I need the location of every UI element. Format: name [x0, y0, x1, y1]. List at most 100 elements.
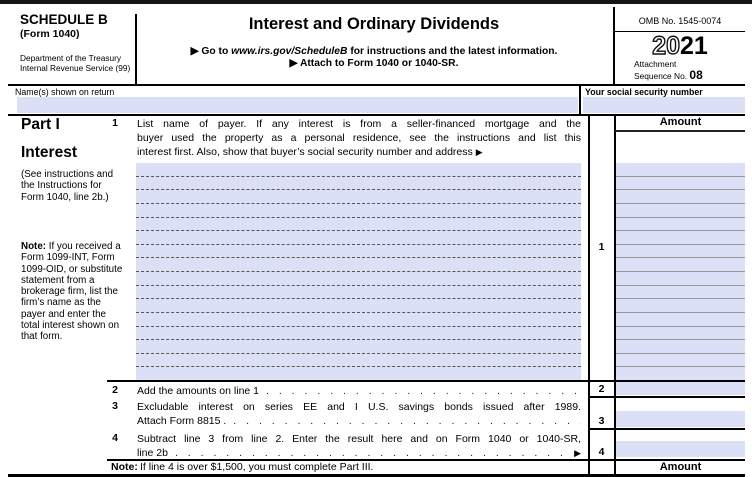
line1-box-number: 1	[588, 114, 615, 380]
payer-name-row[interactable]	[136, 327, 581, 341]
amount-header-underline	[615, 130, 745, 132]
line4-dot-leader: . . . . . . . . . . . . . . . . . . . . …	[168, 446, 574, 460]
line1-text-row3: interest first. Also, show that buyer’s …	[137, 145, 581, 159]
line1-text-row3-body: interest first. Also, show that buyer’s …	[137, 146, 476, 158]
line1-text-row1: List name of payer. If any interest is f…	[137, 117, 581, 131]
line2-text: Add the amounts on line 1	[137, 384, 259, 398]
interest-amount-row[interactable]	[616, 340, 745, 354]
line2-bottom-rule	[588, 396, 745, 398]
payer-name-row[interactable]	[136, 258, 581, 272]
attach-instruction: ▶ Attach to Form 1040 or 1040-SR.	[137, 57, 611, 69]
treasury-label: Department of the Treasury	[20, 53, 121, 63]
line3-amount-field[interactable]	[616, 411, 745, 427]
bottom-note-text: If line 4 is over $1,500, you must compl…	[140, 461, 373, 473]
interest-amount-row[interactable]	[616, 231, 745, 245]
interest-amount-row[interactable]	[616, 245, 745, 259]
line1-arrow-icon: ▶	[476, 147, 483, 157]
sidebar-note-text: If you received a Form 1099-INT, Form 10…	[21, 241, 122, 342]
payer-name-row[interactable]	[136, 190, 581, 204]
line2-row: Add the amounts on line 1 . . . . . . . …	[137, 384, 581, 398]
payer-name-row[interactable]	[136, 177, 581, 191]
payer-name-row[interactable]	[136, 367, 581, 380]
arrow-icon: ▶ Go to	[191, 46, 232, 57]
payer-name-row[interactable]	[136, 218, 581, 232]
interest-amount-row[interactable]	[616, 299, 745, 313]
ssn-column-divider	[579, 84, 581, 114]
sidebar-note: Note: If you received a Form 1099-INT, F…	[21, 241, 124, 343]
line1-text-row2: buyer used the property as a personal re…	[137, 131, 581, 145]
payer-name-row[interactable]	[136, 299, 581, 313]
interest-amount-row[interactable]	[616, 313, 745, 327]
tax-year-outline: 20	[652, 32, 680, 60]
ssn-input[interactable]	[583, 97, 745, 113]
line1-number: 1	[106, 117, 124, 129]
part1-title: Interest	[21, 144, 77, 162]
line3-box-number: 3	[588, 408, 615, 427]
sequence-number: 08	[689, 68, 702, 82]
interest-amount-row[interactable]	[616, 327, 745, 341]
line4-text-row1: Subtract line 3 from line 2. Enter the r…	[137, 432, 581, 446]
schedule-b-form-page: SCHEDULE B (Form 1040) Department of the…	[0, 0, 752, 477]
payer-name-row[interactable]	[136, 286, 581, 300]
payer-name-row[interactable]	[136, 272, 581, 286]
interest-amount-row[interactable]	[616, 218, 745, 232]
omb-number: OMB No. 1545-0074	[615, 16, 745, 26]
sequence-label: Sequence No.	[634, 71, 689, 81]
payer-entry-block	[136, 163, 581, 380]
payer-name-row[interactable]	[136, 163, 581, 177]
line2-number: 2	[106, 384, 124, 396]
name-label: Name(s) shown on return	[15, 87, 114, 97]
payer-name-row[interactable]	[136, 340, 581, 354]
payer-name-row[interactable]	[136, 313, 581, 327]
tax-year: 2021	[615, 32, 745, 61]
ssn-label: Your social security number	[585, 87, 703, 97]
line4-amount-field[interactable]	[616, 441, 745, 457]
form-title: Interest and Ordinary Dividends	[137, 15, 611, 34]
payer-name-row[interactable]	[136, 204, 581, 218]
line4-text-row2: line 2b	[137, 446, 168, 460]
line4-number: 4	[106, 432, 124, 444]
line3-dot-leader: . . . . . . . . . . . . . . . . . . . . …	[226, 414, 581, 428]
interest-amount-block	[616, 163, 745, 380]
line2-box-number: 2	[588, 381, 615, 396]
part1-label: Part I	[21, 116, 60, 134]
interest-amount-row[interactable]	[616, 177, 745, 191]
header-bottom-rule	[8, 84, 745, 86]
amount-column-header: Amount	[616, 116, 745, 128]
line3-number: 3	[106, 400, 124, 412]
payer-name-row[interactable]	[136, 231, 581, 245]
interest-amount-row[interactable]	[616, 190, 745, 204]
irs-label: Internal Revenue Service (99)	[20, 63, 130, 73]
screenshot-top-edge	[0, 0, 752, 4]
part2-amount-column-header: Amount	[616, 461, 745, 473]
line3-row2: Attach Form 8815 . . . . . . . . . . . .…	[137, 414, 581, 428]
interest-amount-row[interactable]	[616, 354, 745, 368]
sequence-line: Sequence No. 08	[634, 68, 703, 82]
schedule-b-url: www.irs.gov/ScheduleB	[231, 46, 347, 57]
interest-amount-row[interactable]	[616, 286, 745, 300]
goto-instruction: ▶ Go to www.irs.gov/ScheduleB for instru…	[137, 45, 611, 57]
see-instructions-note: (See instructions and the Instructions f…	[21, 169, 122, 203]
line4-box-number: 4	[588, 439, 615, 458]
sidebar-note-bold: Note:	[21, 241, 46, 252]
part1-bottom-rule	[8, 474, 745, 477]
interest-amount-row[interactable]	[616, 367, 745, 380]
line4-row2: line 2b . . . . . . . . . . . . . . . . …	[137, 446, 581, 460]
interest-amount-row[interactable]	[616, 272, 745, 286]
payer-name-row[interactable]	[136, 245, 581, 259]
payer-name-row[interactable]	[136, 354, 581, 368]
interest-amount-row[interactable]	[616, 258, 745, 272]
schedule-label: SCHEDULE B	[20, 12, 108, 27]
interest-amount-row[interactable]	[616, 163, 745, 177]
line3-text-row2: Attach Form 8815 .	[137, 414, 226, 428]
form-number-label: (Form 1040)	[20, 28, 80, 40]
name-input[interactable]	[17, 97, 578, 113]
goto-instruction-suffix: for instructions and the latest informat…	[347, 46, 557, 57]
line3-text-row1: Excludable interest on series EE and I U…	[137, 400, 581, 414]
bottom-note-label: Note:	[111, 461, 138, 473]
interest-amount-row[interactable]	[616, 204, 745, 218]
line4-arrow-icon: ▶	[574, 446, 581, 460]
line2-dot-leader: . . . . . . . . . . . . . . . . . . . . …	[259, 384, 581, 398]
line2-amount-field[interactable]	[616, 382, 745, 395]
line3-bottom-rule	[588, 428, 745, 430]
